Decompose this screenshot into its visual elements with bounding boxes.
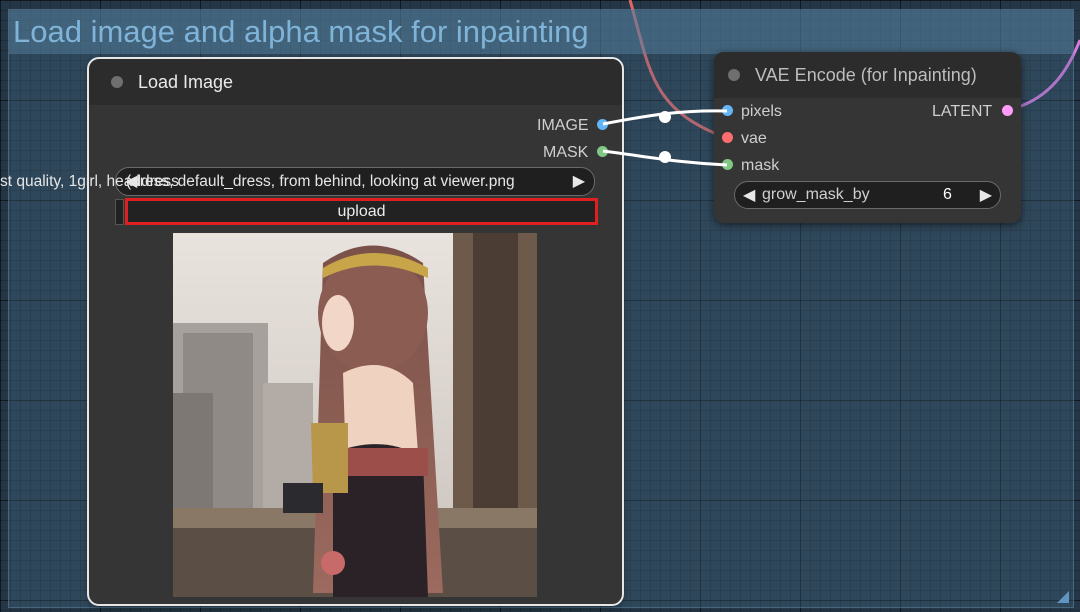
image-wire-midpoint	[659, 111, 671, 123]
mask-wire-midpoint	[659, 151, 671, 163]
connection-layer	[602, 109, 728, 167]
